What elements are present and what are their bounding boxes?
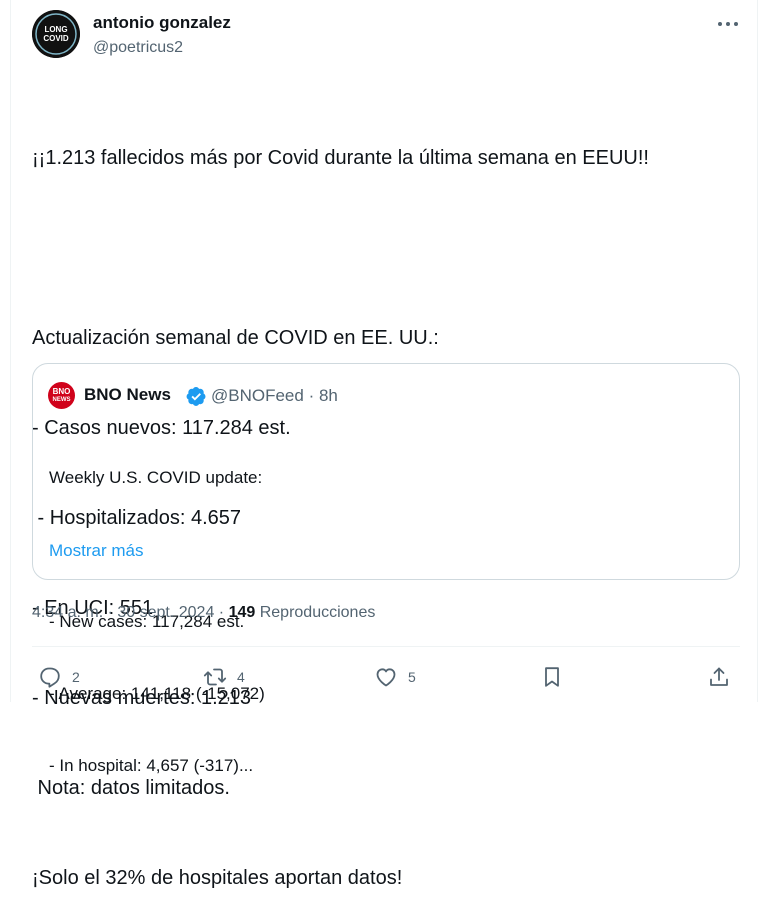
like-count: 5	[408, 669, 416, 685]
tweet-meta: 4:34 a. m. · 30 sept. 2024 · 149 Reprodu…	[32, 604, 376, 621]
author-avatar[interactable]: LONG COVID	[32, 10, 80, 58]
views-label: Reproducciones	[259, 604, 376, 621]
verified-badge-icon	[186, 387, 206, 406]
reply-button[interactable]: 2	[38, 662, 80, 692]
quoted-tweet-card[interactable]: BNO NEWS BNO News @BNOFeed · 8h Weekly U…	[32, 363, 740, 775]
bookmark-button[interactable]	[540, 662, 564, 692]
svg-text:LONG: LONG	[44, 25, 67, 34]
svg-text:COVID: COVID	[43, 34, 69, 43]
quoted-line: Weekly U.S. COVID update:	[49, 468, 263, 487]
more-options-button[interactable]	[712, 12, 744, 36]
tweet-line: ¡¡1.213 fallecidos más por Covid durante…	[32, 147, 649, 169]
retweet-count: 4	[237, 669, 245, 685]
quoted-line: - In hospital: 4,657 (-317)...	[49, 756, 254, 775]
quoted-meta: @BNOFeed · 8h	[211, 386, 338, 405]
heart-icon	[376, 668, 396, 687]
bookmark-icon	[545, 667, 559, 687]
long-covid-logo: LONG COVID	[32, 10, 80, 58]
quoted-line	[49, 538, 729, 562]
retweet-icon	[203, 668, 227, 686]
actions-divider	[32, 646, 740, 647]
quoted-handle[interactable]: @BNOFeed	[211, 386, 304, 405]
share-icon	[710, 667, 728, 686]
like-button[interactable]: 5	[374, 662, 416, 692]
reply-count: 2	[72, 669, 80, 685]
tweet-line: Actualización semanal de COVID en EE. UU…	[32, 327, 439, 349]
quoted-time[interactable]: 8h	[319, 386, 338, 405]
share-button[interactable]	[707, 662, 731, 692]
tweet-line: ¡Solo el 32% de hospitales aportan datos…	[32, 867, 403, 889]
quoted-avatar[interactable]: BNO NEWS	[48, 382, 75, 409]
tweet-date[interactable]: 30 sept. 2024	[117, 604, 214, 621]
retweet-button[interactable]: 4	[203, 662, 245, 692]
quoted-text: Weekly U.S. COVID update: - New cases: 1…	[49, 418, 729, 826]
views-count: 149	[228, 604, 256, 621]
tweet-line	[32, 233, 732, 263]
show-more-link[interactable]: Mostrar más	[49, 541, 143, 561]
author-name[interactable]: antonio gonzalez	[93, 13, 231, 33]
reply-icon	[40, 667, 60, 688]
tweet-time[interactable]: 4:34 a. m.	[32, 604, 103, 621]
quoted-author-name[interactable]: BNO News	[84, 385, 171, 405]
author-handle[interactable]: @poetricus2	[93, 39, 183, 57]
more-dots-icon	[718, 22, 738, 26]
